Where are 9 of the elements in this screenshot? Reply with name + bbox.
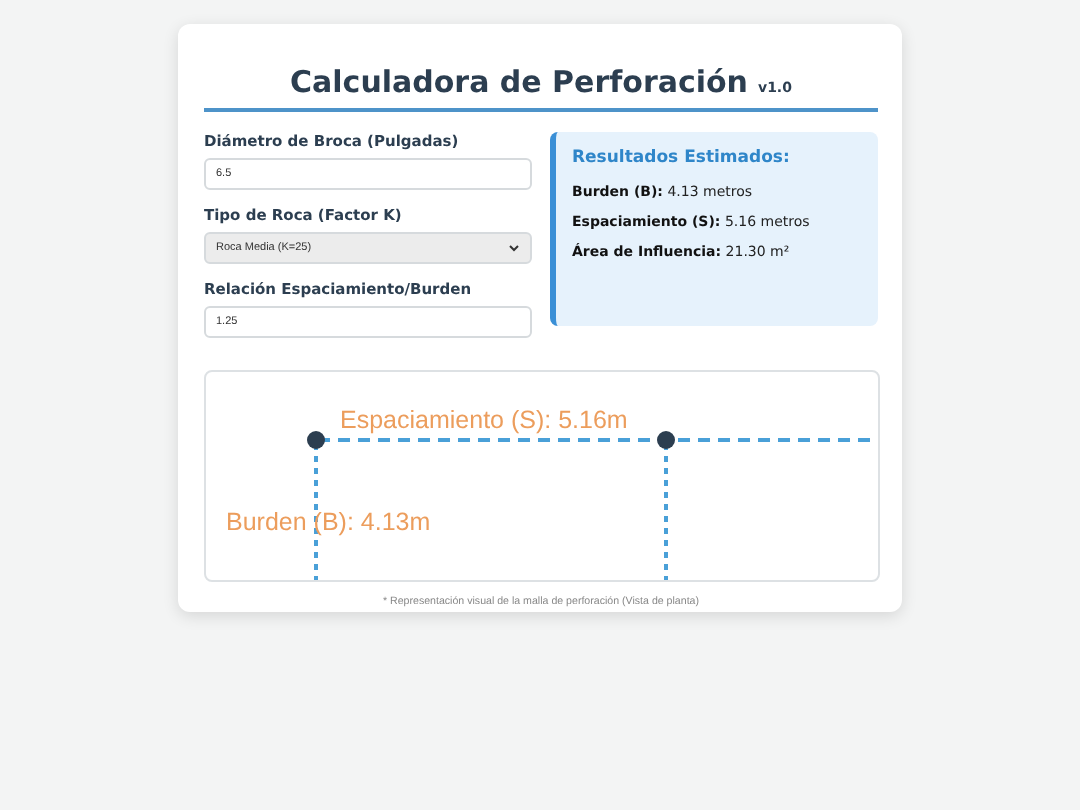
results-title: Resultados Estimados: bbox=[572, 148, 792, 168]
drill-hole bbox=[307, 431, 325, 449]
burden-line bbox=[314, 444, 318, 580]
burden-label: Burden (B): 4.13m bbox=[226, 508, 431, 536]
app-title: Calculadora de Perforación bbox=[290, 64, 748, 100]
spacing-label: Espaciamiento (S): 5.16m bbox=[340, 406, 628, 434]
chevron-down-icon bbox=[508, 244, 520, 252]
drill-hole bbox=[657, 431, 675, 449]
burden-line bbox=[664, 444, 668, 580]
